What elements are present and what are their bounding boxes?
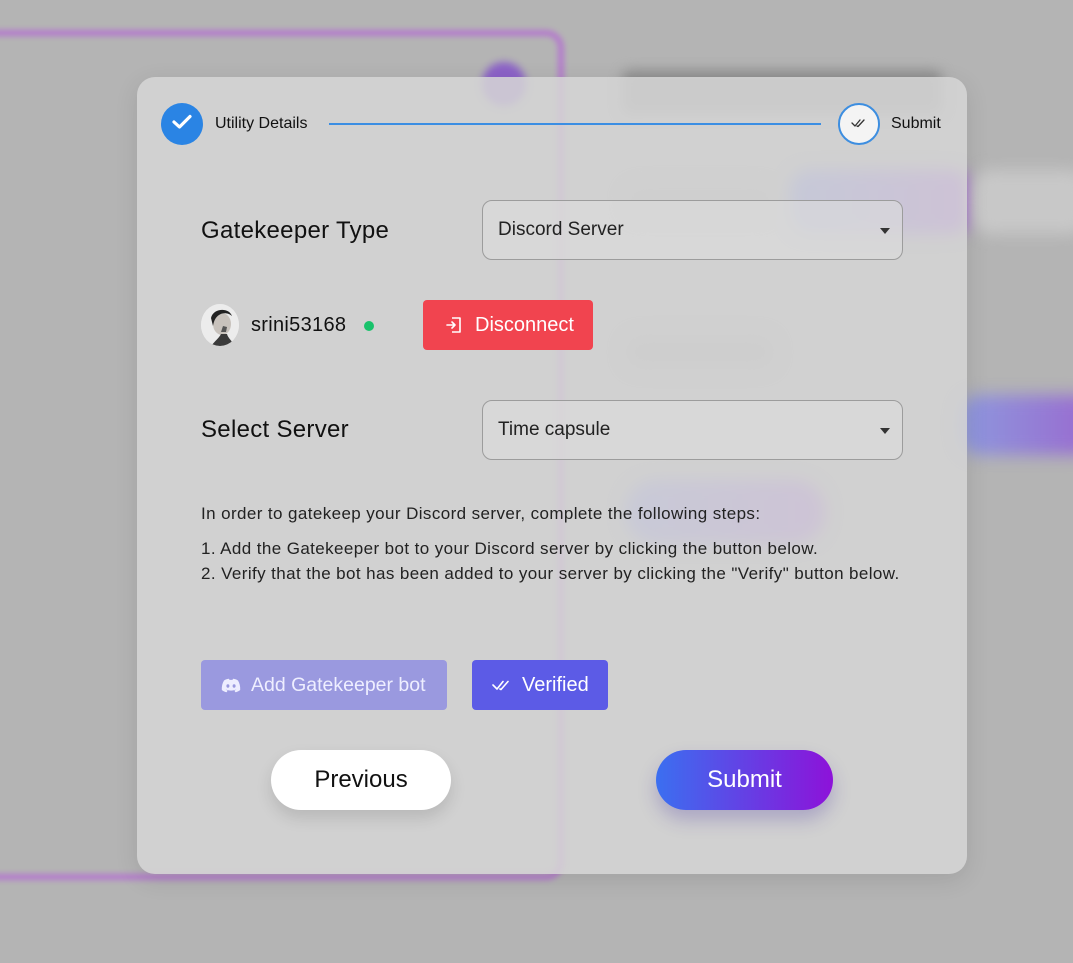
step-label-submit: Submit	[891, 115, 941, 132]
add-gatekeeper-bot-label: Add Gatekeeper bot	[251, 673, 426, 696]
discord-icon	[221, 678, 241, 693]
verified-button[interactable]: Verified	[472, 660, 608, 710]
add-gatekeeper-bot-button[interactable]: Add Gatekeeper bot	[201, 660, 447, 710]
verified-label: Verified	[522, 673, 589, 696]
instruction-step: 1. Add the Gatekeeper bot to your Discor…	[201, 539, 819, 558]
stepper: Utility Details Submit	[161, 103, 943, 145]
instructions: In order to gatekeep your Discord server…	[201, 501, 921, 586]
double-check-icon	[851, 115, 867, 133]
background-button	[970, 170, 1073, 234]
step-connector	[329, 123, 821, 125]
gatekeeper-type-select[interactable]: Discord Server	[482, 200, 903, 260]
disconnect-label: Disconnect	[475, 313, 574, 336]
disconnect-button[interactable]: Disconnect	[423, 300, 593, 350]
submit-button[interactable]: Submit	[656, 750, 833, 810]
chevron-down-icon	[880, 428, 890, 434]
select-server-label: Select Server	[201, 416, 349, 443]
step-label-utility-details: Utility Details	[215, 115, 308, 132]
logout-icon	[445, 316, 463, 334]
step-completed-indicator	[161, 103, 203, 145]
gatekeeper-modal: Utility Details Submit Gatekeeper Type D…	[137, 77, 967, 874]
username: srini53168	[251, 314, 347, 336]
online-status-dot	[364, 321, 374, 331]
gatekeeper-type-value: Discord Server	[498, 219, 624, 240]
background-button	[960, 395, 1073, 455]
gatekeeper-type-label: Gatekeeper Type	[201, 217, 390, 244]
check-icon	[172, 114, 192, 135]
step-current-indicator	[838, 103, 880, 145]
double-check-icon	[492, 679, 512, 691]
server-select[interactable]: Time capsule	[482, 400, 903, 460]
instructions-intro: In order to gatekeep your Discord server…	[201, 504, 761, 523]
chevron-down-icon	[880, 228, 890, 234]
previous-button[interactable]: Previous	[271, 750, 451, 810]
server-select-value: Time capsule	[498, 419, 611, 440]
instruction-step: 2. Verify that the bot has been added to…	[201, 564, 900, 583]
avatar	[201, 304, 239, 346]
